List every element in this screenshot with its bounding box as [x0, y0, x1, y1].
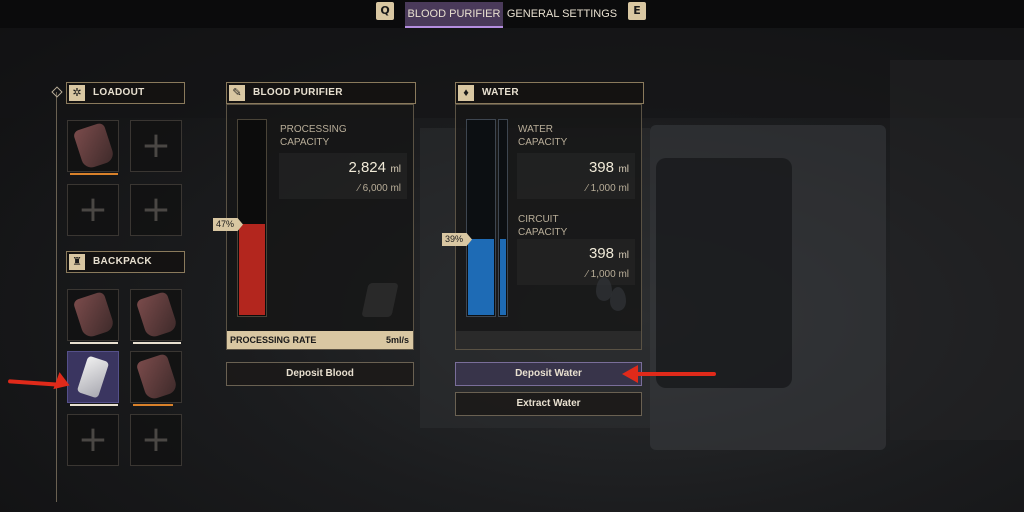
loadout-slot-3[interactable]: +	[67, 184, 119, 236]
water-drop-icon: ♦	[458, 85, 474, 101]
circuit-capacity-unit: ml	[618, 250, 629, 261]
backpack-slot-5[interactable]: +	[67, 414, 119, 466]
blood-bag-icon	[72, 122, 116, 170]
left-guide-line	[56, 92, 57, 502]
blood-drop-icon: ✎	[229, 85, 245, 101]
loadout-slot-1[interactable]	[67, 120, 119, 175]
blood-fill-percent: 47%	[213, 218, 244, 231]
processing-capacity-unit: ml	[390, 164, 401, 175]
blood-bag-icon	[72, 291, 116, 339]
item-durability-bar	[70, 404, 118, 406]
blood-bag-watermark-icon	[361, 283, 399, 317]
blood-purifier-panel: 47% PROCESSING CAPACITY 2,824 ml ⁄ 6,000…	[213, 104, 414, 350]
blood-purifier-title: BLOOD PURIFIER	[253, 87, 343, 98]
backpack-slot-4[interactable]	[130, 351, 182, 406]
plus-icon: +	[140, 189, 172, 230]
plus-icon: +	[140, 419, 172, 460]
item-durability-bar	[70, 342, 118, 344]
processing-capacity-value: 2,824	[348, 159, 386, 176]
circuit-capacity-value: 398	[588, 245, 614, 262]
arrow-shaft	[7, 379, 61, 387]
backpack-slot-6[interactable]: +	[130, 414, 182, 466]
extract-water-button[interactable]: Extract Water	[455, 392, 642, 416]
water-tank-fill	[468, 239, 494, 315]
water-title: WATER	[482, 87, 519, 98]
arrow-shaft	[636, 372, 716, 376]
backpack-slot-2[interactable]	[130, 289, 182, 344]
backpack-slot-1[interactable]	[67, 289, 119, 344]
key-q-hint[interactable]: Q	[376, 2, 394, 20]
blood-bag-icon	[135, 353, 179, 401]
background-washer-door	[656, 158, 792, 388]
circuit-capacity-box: 398 ml ⁄ 1,000 ml	[517, 239, 635, 285]
deposit-blood-button[interactable]: Deposit Blood	[226, 362, 414, 386]
circuit-tank-fill	[500, 239, 506, 315]
water-panel-footer	[456, 331, 641, 349]
water-capacity-label: WATER CAPACITY	[518, 124, 568, 148]
water-capacity-value: 398	[588, 159, 614, 176]
plus-icon: +	[77, 189, 109, 230]
item-durability-bar	[70, 173, 118, 175]
empty-blood-bag-icon	[76, 355, 110, 399]
deposit-water-button[interactable]: Deposit Water	[455, 362, 642, 386]
circuit-capacity-label: CIRCUIT CAPACITY	[518, 214, 568, 238]
plus-icon: +	[77, 419, 109, 460]
water-capacity-unit: ml	[618, 164, 629, 175]
plus-icon: +	[140, 125, 172, 166]
backpack-slot-3[interactable]	[67, 351, 119, 406]
arrow-head-icon	[622, 365, 638, 383]
processing-capacity-label: PROCESSING CAPACITY	[280, 124, 347, 148]
backpack-header: ♜ BACKPACK	[66, 251, 185, 273]
processing-capacity-max: ⁄ 6,000 ml	[358, 183, 401, 194]
gear-icon: ✲	[69, 85, 85, 101]
backpack-icon: ♜	[69, 254, 85, 270]
water-tank	[466, 119, 496, 317]
processing-rate-bar: PROCESSING RATE 5ml/s	[227, 331, 413, 349]
item-durability-bar	[133, 342, 181, 344]
processing-capacity-box: 2,824 ml ⁄ 6,000 ml	[279, 153, 407, 199]
loadout-slot-2[interactable]: +	[130, 120, 182, 172]
water-fill-percent: 39%	[442, 233, 473, 246]
water-header: ♦ WATER	[455, 82, 644, 104]
blood-tank	[237, 119, 267, 317]
water-capacity-box: 398 ml ⁄ 1,000 ml	[517, 153, 635, 199]
water-drop-watermark-icon	[610, 287, 626, 311]
loadout-title: LOADOUT	[93, 87, 145, 98]
processing-rate-label: PROCESSING RATE	[230, 335, 317, 345]
loadout-slot-4[interactable]: +	[130, 184, 182, 236]
background-wall	[890, 60, 1024, 440]
processing-rate-value: 5ml/s	[385, 335, 409, 345]
tab-blood-purifier[interactable]: BLOOD PURIFIER	[405, 2, 503, 28]
circuit-tank	[498, 119, 508, 317]
loadout-header: ✲ LOADOUT	[66, 82, 185, 104]
tab-general-settings[interactable]: GENERAL SETTINGS	[506, 2, 618, 26]
item-durability-bar	[133, 404, 173, 406]
blood-tank-fill	[239, 224, 265, 315]
blood-purifier-header: ✎ BLOOD PURIFIER	[226, 82, 416, 104]
water-capacity-max: ⁄ 1,000 ml	[586, 183, 629, 194]
top-tab-bar: Q BLOOD PURIFIER GENERAL SETTINGS E	[0, 0, 1024, 28]
water-panel: 39% WATER CAPACITY 398 ml ⁄ 1,000 ml CIR…	[442, 104, 642, 350]
backpack-title: BACKPACK	[93, 256, 152, 267]
blood-bag-icon	[135, 291, 179, 339]
key-e-hint[interactable]: E	[628, 2, 646, 20]
